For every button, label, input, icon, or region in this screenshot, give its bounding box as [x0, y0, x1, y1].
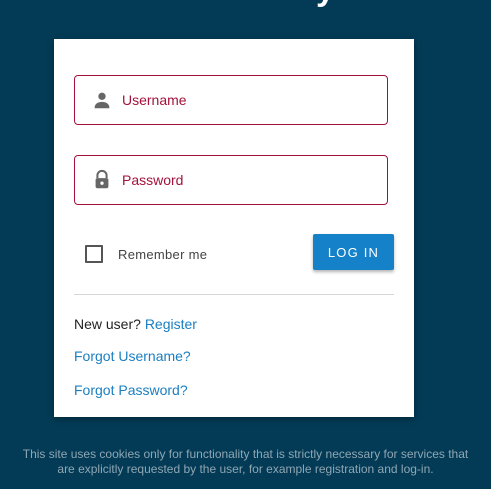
- new-user-text: New user?: [74, 316, 141, 332]
- password-input[interactable]: [122, 156, 372, 204]
- forgot-username-link[interactable]: Forgot Username?: [74, 348, 191, 364]
- person-icon: [91, 89, 113, 111]
- cookie-notice: This site uses cookies only for function…: [0, 447, 491, 477]
- login-card: Remember me LOG IN New user? Register Fo…: [54, 39, 414, 417]
- cookie-notice-line-2: are explicitly requested by the user, fo…: [57, 462, 434, 476]
- page-title-fragment: y: [316, 0, 335, 8]
- page-title-cropped: y: [0, 0, 491, 8]
- username-field[interactable]: [74, 75, 388, 125]
- remember-me-label: Remember me: [118, 246, 208, 262]
- remember-me[interactable]: Remember me: [85, 245, 207, 263]
- cookie-notice-line-1: This site uses cookies only for function…: [22, 447, 469, 461]
- divider: [74, 294, 394, 295]
- username-input[interactable]: [122, 76, 372, 124]
- login-button[interactable]: LOG IN: [313, 234, 394, 270]
- new-user-row: New user? Register: [74, 316, 197, 332]
- register-link[interactable]: Register: [145, 316, 197, 332]
- lock-icon: [91, 169, 113, 191]
- remember-me-checkbox[interactable]: [85, 245, 103, 263]
- forgot-password-link[interactable]: Forgot Password?: [74, 382, 188, 398]
- password-field[interactable]: [74, 155, 388, 205]
